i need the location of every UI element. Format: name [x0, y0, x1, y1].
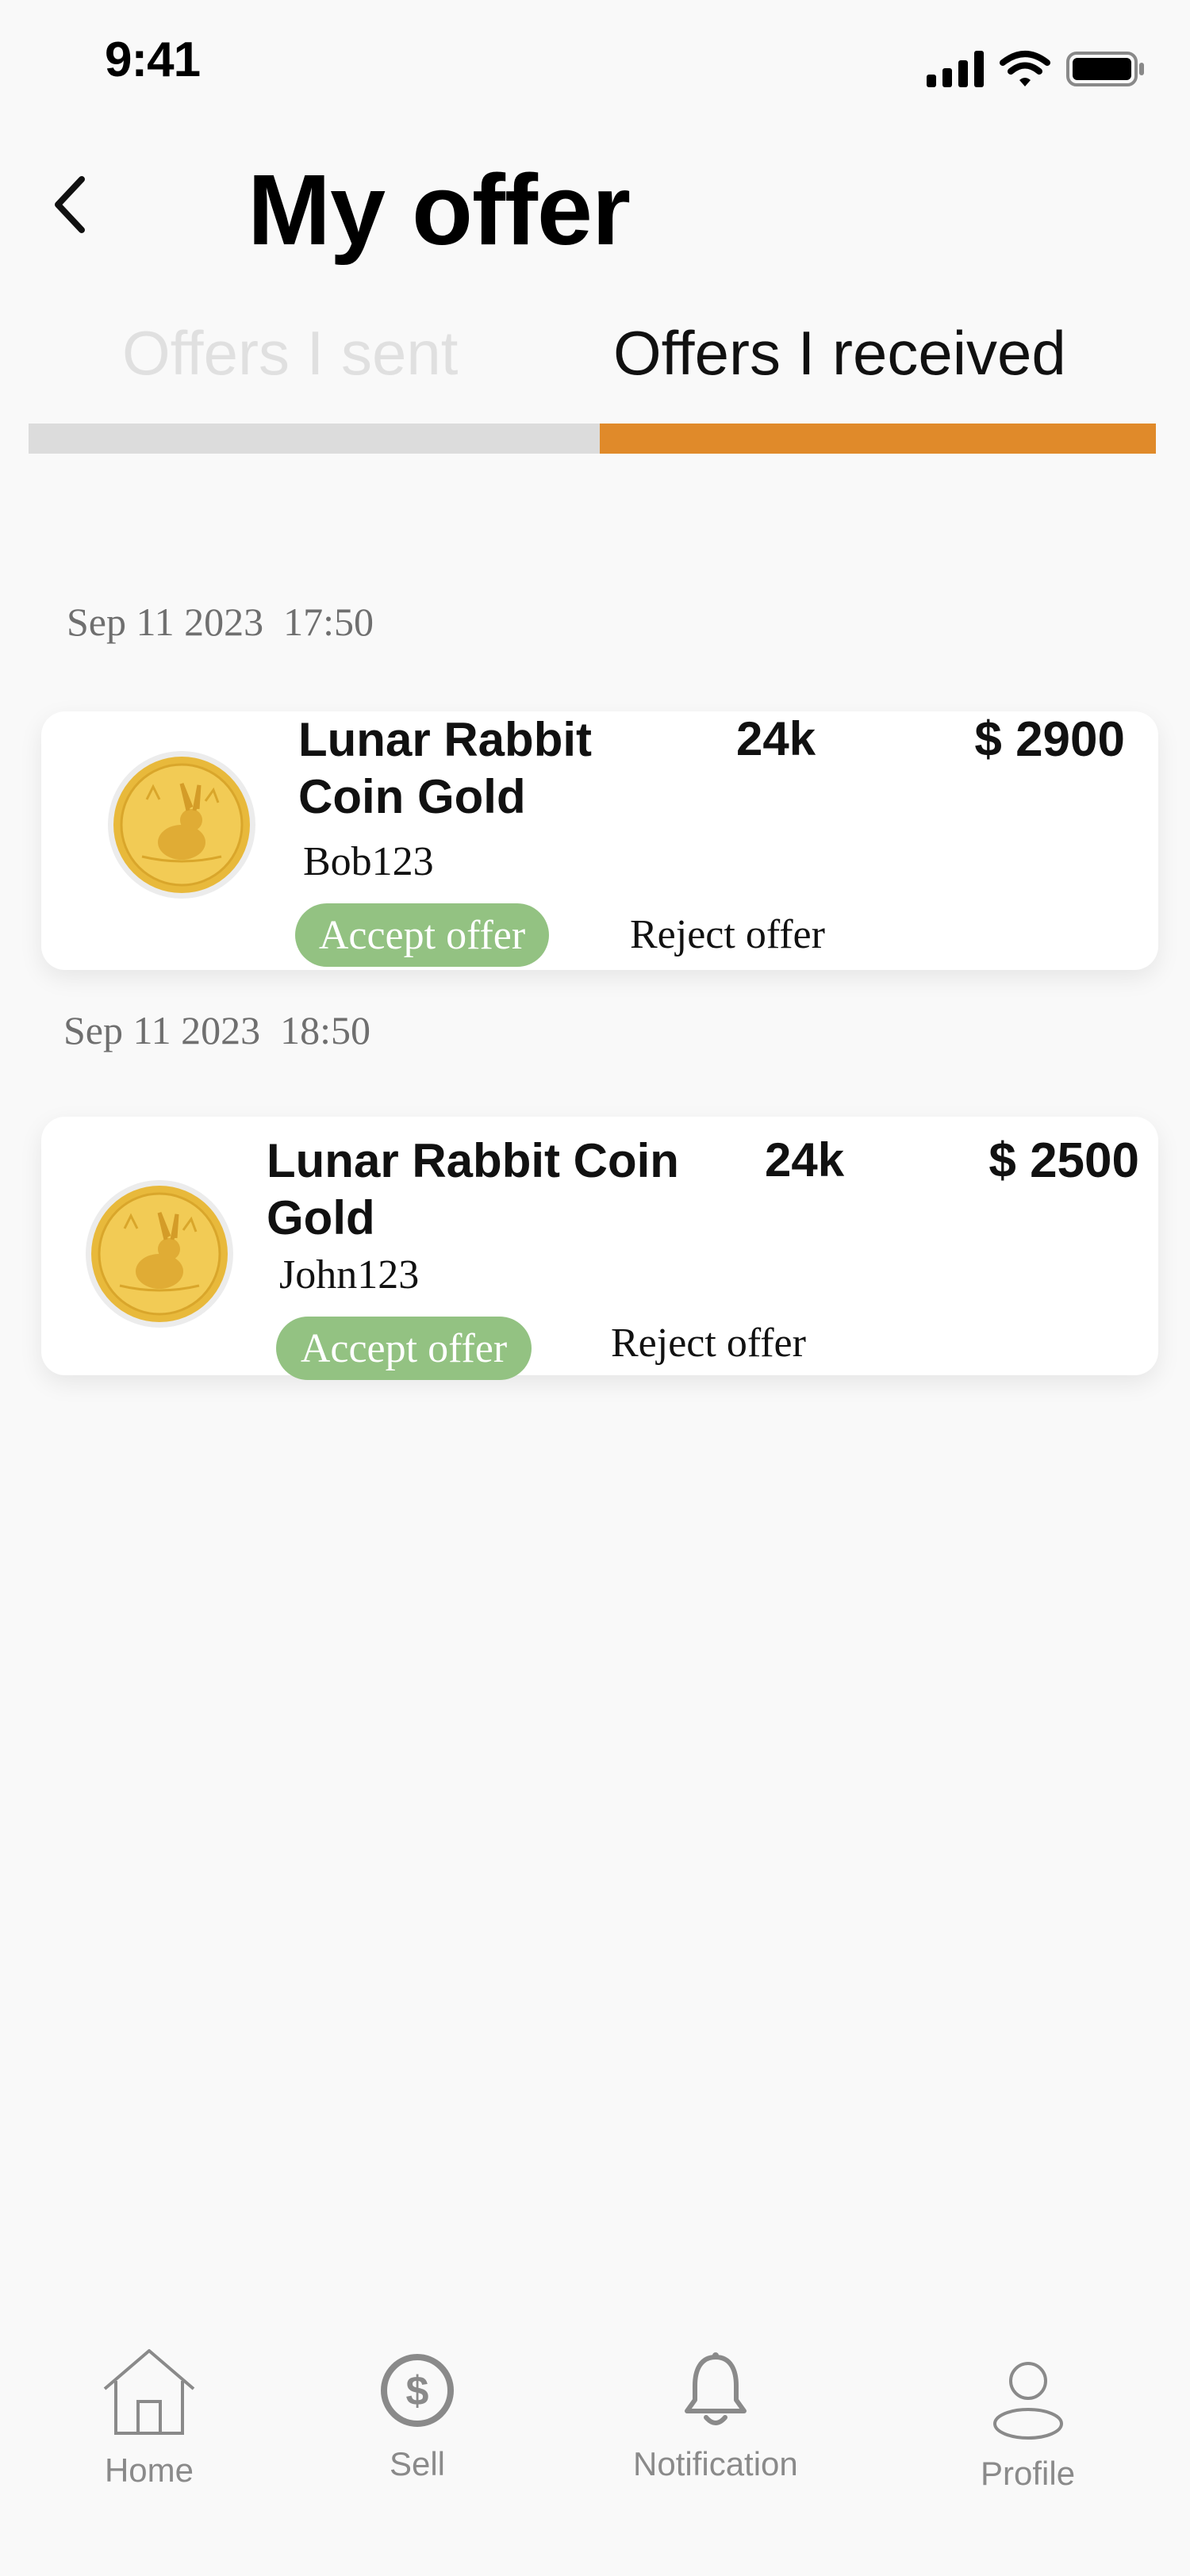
product-name-line: Gold — [267, 1191, 375, 1244]
offer-price: $ 2900 — [974, 712, 1125, 767]
accept-offer-button[interactable]: Accept offer — [276, 1317, 532, 1380]
karat-badge: 24k — [765, 1133, 845, 1186]
cellular-signal-icon — [927, 50, 984, 91]
offer-date: Sep 11 2023 18:50 — [63, 1008, 371, 1052]
page-title: My offer — [248, 154, 631, 266]
chevron-left-icon — [50, 173, 90, 240]
product-name-line: Lunar Rabbit Coin — [267, 1134, 679, 1187]
reject-offer-button[interactable]: Reject offer — [630, 911, 825, 958]
offer-price: $ 2500 — [988, 1133, 1139, 1188]
offer-card[interactable]: Lunar Rabbit Coin Gold 24k $ 2500 John12… — [41, 1117, 1158, 1380]
tab-indicator-active — [600, 424, 1156, 454]
dollar-circle-icon: $ — [378, 2351, 457, 2434]
back-button[interactable] — [38, 171, 102, 242]
nav-label: Profile — [981, 2455, 1076, 2492]
nav-sell[interactable]: $ Sell — [378, 2351, 457, 2483]
nav-label: Notification — [633, 2445, 798, 2482]
svg-text:$: $ — [406, 2368, 429, 2414]
status-time: 9:41 — [105, 33, 201, 87]
karat-badge: 24k — [736, 712, 816, 765]
offer-date: Sep 11 2023 17:50 — [67, 600, 374, 644]
product-name: Lunar Rabbit Coin Gold — [267, 1133, 679, 1247]
product-name-line: Lunar Rabbit — [298, 713, 592, 766]
bell-icon — [682, 2351, 749, 2434]
nav-profile[interactable]: Profile — [981, 2360, 1075, 2493]
gold-rabbit-coin-icon — [108, 751, 255, 899]
status-icons — [927, 49, 1146, 92]
tab-indicator-track — [29, 424, 600, 454]
buyer-username: Bob123 — [303, 839, 434, 884]
product-name-line: Coin Gold — [298, 770, 526, 823]
offer-card[interactable]: Lunar Rabbit Coin Gold 24k $ 2900 Bob123… — [41, 711, 1158, 970]
tab-offers-received[interactable]: Offers I received — [613, 313, 1066, 393]
nav-label: Home — [104, 2451, 194, 2489]
wifi-icon — [1000, 50, 1050, 92]
gold-rabbit-coin-icon — [86, 1180, 233, 1328]
nav-home[interactable]: Home — [100, 2348, 198, 2490]
reject-offer-button[interactable]: Reject offer — [611, 1320, 806, 1367]
nav-notification[interactable]: Notification — [633, 2351, 798, 2483]
accept-offer-button[interactable]: Accept offer — [295, 903, 549, 967]
product-name: Lunar Rabbit Coin Gold — [298, 711, 592, 826]
bottom-nav: Home $ Sell Notification Profile — [0, 2332, 1190, 2576]
home-icon — [100, 2348, 198, 2440]
tab-offers-sent[interactable]: Offers I sent — [122, 313, 458, 393]
user-icon — [991, 2360, 1065, 2444]
battery-icon — [1066, 51, 1146, 91]
status-bar: 9:41 — [0, 0, 1190, 127]
nav-label: Sell — [389, 2445, 446, 2482]
buyer-username: John123 — [279, 1252, 420, 1298]
